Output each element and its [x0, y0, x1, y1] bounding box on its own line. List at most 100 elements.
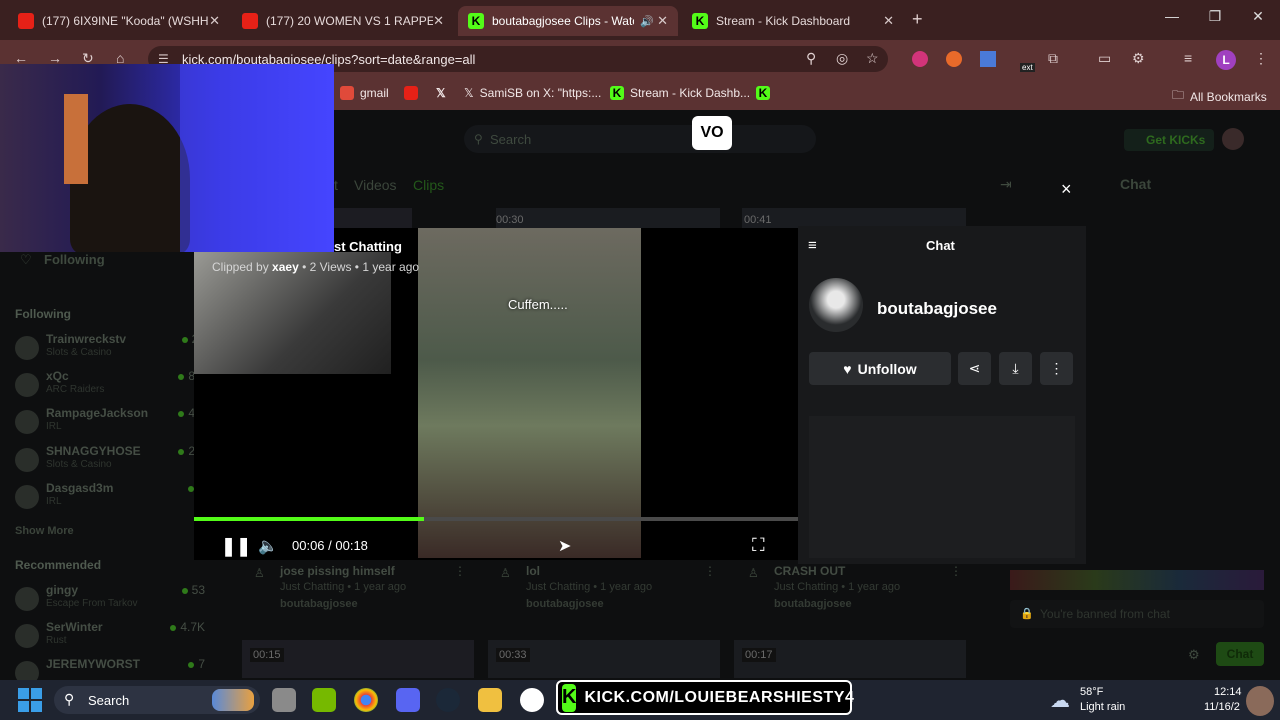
bookmark-samisb[interactable]: 𝕏 SamiSB on X: "https:... [464, 86, 601, 100]
extension-ublock-icon[interactable] [912, 51, 928, 67]
channel-avatar[interactable] [809, 278, 863, 332]
more-options-button[interactable]: ⋮ [1040, 352, 1073, 385]
zoom-icon[interactable]: ⚲ [806, 50, 816, 67]
more-icon[interactable]: ⋮ [454, 564, 466, 578]
clock-date[interactable]: 11/16/2 [1204, 701, 1240, 713]
bookmark-gmail[interactable]: gmail [340, 86, 389, 100]
clip-thumbnail[interactable]: 00:33 [488, 640, 720, 678]
channel-name[interactable]: boutabagjosee [877, 299, 997, 319]
discord-icon[interactable] [396, 688, 420, 712]
volume-icon[interactable]: 🔈 [258, 536, 278, 556]
lock-icon: 🔒 [1020, 608, 1034, 620]
extension-app-icon[interactable] [980, 51, 996, 67]
collapse-chat-icon[interactable]: ≡ [808, 237, 817, 254]
sidebar-channel-serwinter[interactable]: SerWinter Rust 4.7K [15, 620, 205, 654]
close-icon[interactable]: ✕ [883, 13, 894, 29]
extension-shield-icon[interactable]: ⚙ [1132, 50, 1145, 67]
taskbar-search[interactable]: ⚲ Search [54, 686, 260, 714]
streamer-silhouette [70, 104, 190, 252]
sidebar-channel-shnaggyhose[interactable]: SHNAGGYHOSESlots & Casino2.9 [15, 444, 205, 478]
tab-videos[interactable]: Videos [354, 177, 397, 193]
viewer-count: 7 [188, 657, 205, 671]
chat-send-button[interactable]: Chat [1216, 642, 1264, 666]
all-bookmarks[interactable]: 🗀 All Bookmarks [1172, 86, 1267, 107]
clip-thumbnail[interactable]: 00:30 [496, 208, 720, 228]
menu-icon[interactable]: ⋮ [1254, 50, 1268, 67]
explorer-folder-icon[interactable] [478, 688, 502, 712]
collapse-chat-icon[interactable]: ⇥ [1000, 176, 1012, 193]
steam-icon[interactable] [436, 688, 460, 712]
user-avatar[interactable] [1222, 128, 1244, 150]
sidebar-channel-gingy[interactable]: gingy Escape From Tarkov 53 [15, 583, 205, 617]
file-manager-icon[interactable] [272, 688, 296, 712]
clip-category[interactable]: st Chatting [334, 239, 402, 254]
clip-thumbnail[interactable]: 00:41 [742, 208, 966, 228]
star-icon[interactable]: ☆ [866, 50, 879, 67]
tab-youtube-2[interactable]: (177) 20 WOMEN VS 1 RAPPER ✕ [232, 6, 454, 36]
restore-icon[interactable]: ❐ [1195, 8, 1235, 25]
media-control-icon[interactable]: ≡ [1184, 50, 1192, 66]
clip-card[interactable]: ♙ CRASH OUT Just Chatting • 1 year ago b… [748, 564, 962, 614]
progress-fill [194, 517, 424, 521]
speaker-icon[interactable]: 🔊 [640, 15, 654, 28]
sidebar-channel-dasgasd3m[interactable]: Dasgasd3mIRL2 [15, 481, 205, 515]
tab-kick-clips[interactable]: K boutabagjosee Clips - Watc 🔊 ✕ [458, 6, 678, 36]
bookmark-kick[interactable]: K [756, 86, 776, 100]
nvidia-icon[interactable] [312, 688, 336, 712]
tab-clips[interactable]: Clips [413, 177, 444, 193]
clip-thumbnail[interactable]: 00:17 [734, 640, 966, 678]
clip-card[interactable]: ♙ jose pissing himself Just Chatting • 1… [254, 564, 466, 614]
puzzle-icon[interactable]: ⧉ [1048, 50, 1058, 67]
unfollow-button[interactable]: ♥ Unfollow [809, 352, 951, 385]
profile-avatar[interactable]: L [1216, 50, 1236, 70]
get-kicks-button[interactable]: Get KICKs [1124, 129, 1214, 151]
sidebar-channel-rampagejackson[interactable]: RampageJacksonIRL4.7 [15, 406, 205, 440]
avatar [15, 336, 39, 360]
tab-youtube-1[interactable]: (177) 6IX9INE "Kooda" (WSHH E ✕ [8, 6, 230, 36]
close-modal-button[interactable]: × [1061, 179, 1072, 200]
fullscreen-icon[interactable]: ⛶ [752, 535, 765, 556]
pause-button[interactable]: ❚❚ [221, 536, 251, 557]
clip-thumbnail[interactable]: 00:15 [242, 640, 474, 678]
clipper-name[interactable]: xaey [272, 260, 299, 274]
extension-ext-icon[interactable]: ext [1014, 49, 1035, 72]
close-icon[interactable]: ✕ [209, 13, 220, 29]
windows-start-icon[interactable] [18, 688, 42, 712]
new-tab-button[interactable]: + [912, 9, 923, 30]
sidebar-following-link[interactable]: Following [44, 252, 105, 267]
weather-desc[interactable]: Light rain [1080, 701, 1125, 713]
sidebar-channel-xqc[interactable]: xQcARC Raiders8.2 [15, 369, 205, 403]
sidebar-channel-jeremyworst[interactable]: JEREMYWORST 7 [15, 657, 205, 685]
settings-icon[interactable]: ⚙ [1188, 647, 1200, 663]
chat-avatar [1246, 686, 1274, 716]
weather-temp[interactable]: 58°F [1080, 686, 1103, 698]
share-button[interactable]: ⋖ [958, 352, 991, 385]
bookmark-kick-dashboard[interactable]: K Stream - Kick Dashb... [610, 86, 750, 100]
avatar [15, 485, 39, 509]
download-button[interactable]: ⤓ [999, 352, 1032, 385]
bookmark-youtube[interactable] [404, 86, 424, 100]
clock-time[interactable]: 12:14 [1214, 686, 1242, 698]
more-icon[interactable]: ⋮ [704, 564, 716, 578]
extension-honey-icon[interactable] [946, 51, 962, 67]
weather-rain-icon[interactable]: ☁ [1050, 688, 1070, 713]
cast-icon[interactable]: ▭ [1098, 50, 1111, 67]
minimize-icon[interactable]: — [1152, 8, 1192, 24]
show-more-link[interactable]: Show More [15, 525, 74, 537]
sidebar-channel-trainwreckstv[interactable]: TrainwreckstvSlots & Casino21 [15, 332, 205, 366]
close-icon[interactable]: ✕ [657, 13, 668, 29]
eye-off-icon[interactable]: ◎ [836, 50, 848, 67]
kick-url-overlay: K KICK.COM/LOUIEBEARSHIESTY4 [556, 680, 854, 715]
clip-thumbnail[interactable] [334, 208, 412, 228]
clip-card[interactable]: ♙ lol Just Chatting • 1 year ago boutaba… [500, 564, 716, 614]
youtube-icon [404, 86, 418, 100]
bookmark-x[interactable]: 𝕏 [436, 86, 446, 100]
obs-icon[interactable] [520, 688, 544, 712]
window-close-icon[interactable]: ✕ [1238, 8, 1278, 25]
chrome-icon[interactable] [354, 688, 378, 712]
close-icon[interactable]: ✕ [433, 13, 444, 29]
more-icon[interactable]: ⋮ [950, 564, 962, 578]
tab-kick-dashboard[interactable]: K Stream - Kick Dashboard ✕ [682, 6, 904, 36]
tab-partial[interactable]: t [334, 177, 338, 193]
recommended-header: Recommended [15, 558, 102, 572]
